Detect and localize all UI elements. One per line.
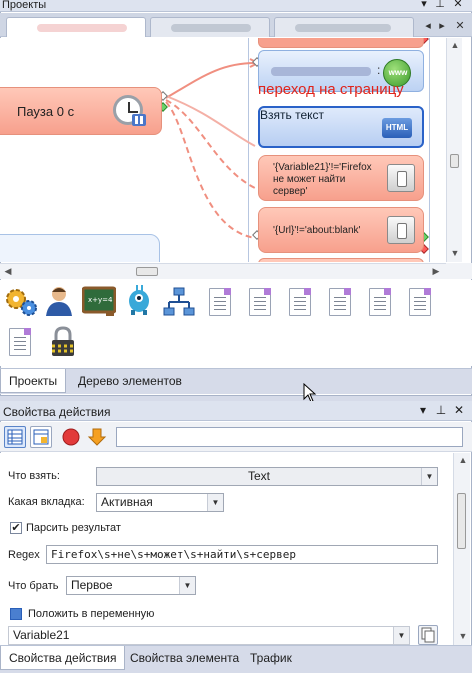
document-icon[interactable] bbox=[329, 288, 351, 316]
tab-element-properties[interactable]: Свойства элемента bbox=[122, 646, 247, 670]
document-icon[interactable] bbox=[209, 288, 231, 316]
store-variable-checkbox[interactable] bbox=[10, 608, 22, 620]
robot-icon[interactable] bbox=[122, 284, 156, 316]
project-canvas[interactable]: Пауза 0 с : www переход на страницу Взят… bbox=[0, 38, 446, 262]
document-icon[interactable] bbox=[289, 288, 311, 316]
document-icon[interactable] bbox=[409, 288, 431, 316]
properties-grid: Что взять: Text ▼ Какая вкладка: Активна… bbox=[0, 453, 452, 645]
condition-block[interactable]: '{Url}'!='about:blank' bbox=[258, 207, 424, 253]
chevron-down-icon: ▼ bbox=[393, 627, 409, 644]
parse-result-checkbox[interactable]: ✔ bbox=[10, 522, 22, 534]
document-icon[interactable] bbox=[9, 328, 31, 356]
properties-bottom-tabs: Свойства действия Свойства элемента Траф… bbox=[0, 645, 472, 673]
copy-icon bbox=[421, 627, 435, 643]
parse-result-label: Парсить результат bbox=[26, 522, 121, 534]
chevron-down-icon: ▼ bbox=[179, 577, 195, 594]
html-icon: HTML bbox=[382, 118, 412, 138]
scroll-thumb[interactable] bbox=[450, 154, 459, 168]
chevron-down-icon: ▼ bbox=[421, 468, 437, 485]
pin-icon[interactable]: ⊥ bbox=[434, 403, 448, 417]
what-take-select[interactable]: Text ▼ bbox=[96, 467, 438, 486]
what-take-label: Что взять: bbox=[8, 470, 60, 482]
take-what-select[interactable]: Первое ▼ bbox=[66, 576, 196, 595]
tab-action-properties[interactable]: Свойства действия bbox=[0, 646, 126, 670]
mouse-cursor-icon bbox=[303, 383, 317, 403]
arrow-down-icon bbox=[87, 428, 107, 446]
action-block[interactable] bbox=[258, 38, 424, 48]
document-icon[interactable] bbox=[369, 288, 391, 316]
copy-button[interactable] bbox=[418, 625, 438, 645]
properties-vertical-scrollbar[interactable]: ▲ ▼ bbox=[453, 453, 470, 645]
store-variable-label: Положить в переменную bbox=[28, 608, 155, 620]
scroll-up-icon[interactable]: ▲ bbox=[457, 455, 469, 465]
grid-icon bbox=[7, 429, 23, 445]
variable-select[interactable]: Variable21 ▼ bbox=[8, 626, 410, 645]
lock-icon[interactable] bbox=[46, 326, 80, 358]
network-icon[interactable] bbox=[162, 286, 196, 318]
form-icon bbox=[33, 429, 49, 445]
move-down-button[interactable] bbox=[86, 426, 108, 448]
scroll-down-icon[interactable]: ▼ bbox=[457, 631, 469, 641]
tab-projects[interactable]: Проекты bbox=[0, 369, 66, 393]
document-tab[interactable] bbox=[150, 17, 270, 37]
projects-titlebar: Проекты ▾ ⊥ ✕ bbox=[0, 0, 472, 12]
scroll-up-icon[interactable]: ▲ bbox=[449, 40, 461, 50]
action-palette: x+y=4 bbox=[0, 280, 472, 366]
navigate-label: переход на страницу bbox=[258, 81, 404, 98]
scroll-right-icon[interactable]: ▶ bbox=[430, 266, 442, 277]
dropdown-icon[interactable]: ▾ bbox=[416, 403, 430, 417]
stop-button[interactable] bbox=[60, 426, 82, 448]
dropdown-icon[interactable]: ▾ bbox=[418, 0, 430, 10]
condition-label: '{Variable21}'!='Firefox не может найти … bbox=[273, 162, 372, 197]
tab-close-icon[interactable]: ✕ bbox=[452, 18, 468, 34]
canvas-horizontal-scrollbar[interactable]: ◀ ▶ bbox=[0, 263, 446, 279]
group-frame[interactable] bbox=[0, 234, 160, 262]
action-name-input[interactable] bbox=[116, 427, 463, 447]
scroll-thumb[interactable] bbox=[457, 493, 466, 549]
tab-select[interactable]: Активная ▼ bbox=[96, 493, 224, 512]
switch-icon bbox=[387, 164, 415, 192]
condition-label: '{Url}'!='about:blank' bbox=[273, 225, 361, 236]
take-text-label: Взять текст bbox=[260, 108, 325, 122]
regex-input[interactable]: Firefox\s+не\s+может\s+найти\s+сервер bbox=[46, 545, 438, 564]
scroll-left-icon[interactable]: ◀ bbox=[2, 266, 14, 277]
user-icon[interactable] bbox=[42, 284, 76, 316]
document-tab[interactable] bbox=[6, 17, 146, 37]
document-tabs: ◂ ▸ ✕ bbox=[0, 13, 472, 37]
regex-label: Regex bbox=[8, 549, 40, 561]
tab-label: Какая вкладка: bbox=[8, 496, 85, 508]
condition-block[interactable]: '{Variable21}'!='Firefox не может найти … bbox=[258, 155, 424, 201]
panel-title: Свойства действия bbox=[3, 405, 111, 419]
take-text-block[interactable]: Взять текст HTML bbox=[258, 106, 424, 148]
pause-icon bbox=[132, 114, 146, 126]
projects-bottom-tabs: Проекты Дерево элементов bbox=[0, 368, 472, 394]
document-tab[interactable] bbox=[274, 17, 414, 37]
gears-icon[interactable] bbox=[4, 286, 38, 318]
tab-scroll-right-icon[interactable]: ▸ bbox=[434, 18, 450, 34]
grid-view-button[interactable] bbox=[4, 426, 26, 448]
document-icon[interactable] bbox=[249, 288, 271, 316]
properties-view-button[interactable] bbox=[30, 426, 52, 448]
close-icon[interactable]: ✕ bbox=[452, 403, 466, 417]
chalkboard-icon[interactable]: x+y=4 bbox=[82, 286, 116, 318]
action-block[interactable] bbox=[258, 258, 424, 262]
switch-icon bbox=[387, 216, 415, 244]
tab-traffic[interactable]: Трафик bbox=[242, 646, 300, 670]
pin-icon[interactable]: ⊥ bbox=[434, 0, 446, 10]
scroll-thumb[interactable] bbox=[136, 267, 158, 276]
stop-icon bbox=[62, 428, 80, 446]
chevron-down-icon: ▼ bbox=[207, 494, 223, 511]
take-what-label: Что брать bbox=[8, 580, 59, 592]
pause-block[interactable]: Пауза 0 с bbox=[0, 87, 162, 135]
canvas-vertical-scrollbar[interactable]: ▲ ▼ bbox=[446, 38, 462, 262]
properties-toolbar bbox=[0, 422, 472, 452]
panel-title: Проекты bbox=[2, 0, 47, 11]
properties-titlebar: Свойства действия ▾ ⊥ ✕ bbox=[0, 401, 472, 421]
scroll-down-icon[interactable]: ▼ bbox=[449, 248, 461, 258]
tab-element-tree[interactable]: Дерево элементов bbox=[70, 369, 190, 393]
close-icon[interactable]: ✕ bbox=[452, 0, 464, 10]
svg-text:x+y=4: x+y=4 bbox=[88, 296, 113, 304]
pause-label: Пауза 0 с bbox=[17, 104, 75, 119]
